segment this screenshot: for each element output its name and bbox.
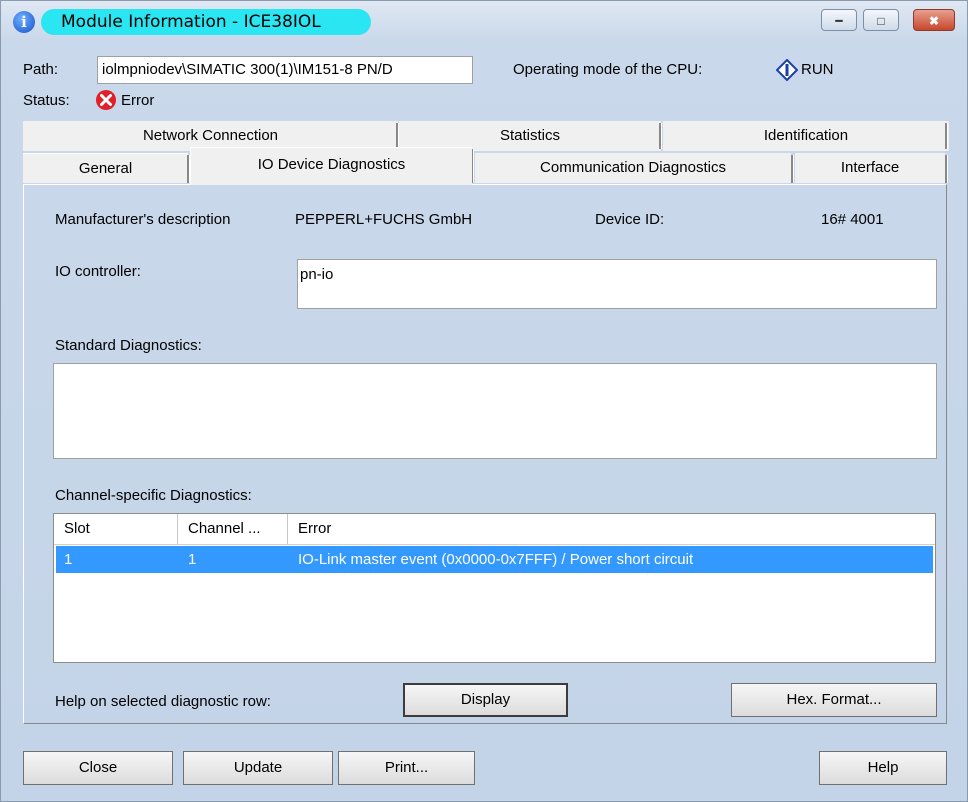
path-value: iolmpniodev\SIMATIC 300(1)\IM151-8 PN/D [102,61,393,78]
standard-diagnostics-label: Standard Diagnostics: [55,337,202,354]
window-title: Module Information - ICE38IOL [61,12,321,32]
column-header-error[interactable]: Error [288,514,935,544]
io-controller-field[interactable]: pn-io [297,259,937,309]
channel-diagnostics-label: Channel-specific Diagnostics: [55,487,252,504]
tab-divider [791,155,794,183]
io-controller-label: IO controller: [55,263,141,280]
table-header: Slot Channel ... Error [54,514,935,545]
tab-divider [945,123,948,149]
device-id-label: Device ID: [595,211,665,228]
tab-identification[interactable]: Identification [663,121,949,151]
module-information-window: i Module Information - ICE38IOL ━ □ ✖ Pa… [0,0,968,802]
manufacturer-label: Manufacturer's description [55,211,231,228]
minimize-icon[interactable]: ━ [821,9,857,31]
tab-divider [945,155,948,183]
channel-diagnostics-table[interactable]: Slot Channel ... Error 1 1 IO-Link maste… [53,513,936,663]
tab-communication-diagnostics[interactable]: Communication Diagnostics [475,153,791,183]
io-controller-value: pn-io [300,266,334,283]
device-id-value: 16# 4001 [821,211,884,228]
cell-slot: 1 [64,551,73,568]
status-label: Status: [23,92,70,109]
status-value: Error [121,92,155,109]
tab-general[interactable]: General [23,153,188,183]
standard-diagnostics-field[interactable] [53,363,937,459]
tab-io-device-diagnostics[interactable]: IO Device Diagnostics [190,147,472,185]
hex-format-button[interactable]: Hex. Format... [731,683,937,717]
operating-mode-value: RUN [801,61,834,78]
maximize-icon[interactable]: □ [863,9,899,31]
path-field: iolmpniodev\SIMATIC 300(1)\IM151-8 PN/D [97,56,473,84]
update-button[interactable]: Update [183,751,333,785]
column-header-channel[interactable]: Channel ... [178,514,288,544]
cell-channel: 1 [188,551,197,568]
manufacturer-value: PEPPERL+FUCHS GmbH [295,211,473,228]
help-button[interactable]: Help [819,751,947,785]
operating-mode-label: Operating mode of the CPU: [513,61,703,78]
tab-interface[interactable]: Interface [795,153,945,183]
cell-error: IO-Link master event (0x0000-0x7FFF) / P… [298,551,694,568]
error-x-icon [95,89,117,115]
column-header-slot[interactable]: Slot [54,514,178,544]
close-button[interactable]: Close [23,751,173,785]
help-row-label: Help on selected diagnostic row: [55,693,271,710]
display-button[interactable]: Display [403,683,568,717]
tab-divider [659,123,662,149]
close-icon[interactable]: ✖ [913,9,955,31]
run-diamond-icon [775,58,799,85]
title-bar[interactable]: i Module Information - ICE38IOL ━ □ ✖ [1,1,967,41]
info-icon[interactable]: i [13,11,35,33]
table-row[interactable]: 1 1 IO-Link master event (0x0000-0x7FFF)… [56,546,933,573]
path-label: Path: [23,61,59,78]
print-button[interactable]: Print... [338,751,475,785]
